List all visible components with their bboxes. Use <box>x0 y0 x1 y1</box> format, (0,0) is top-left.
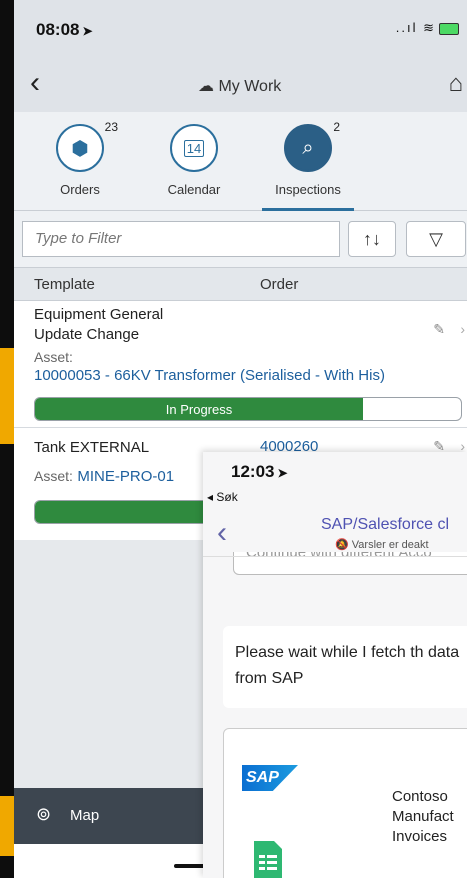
chat-title[interactable]: SAP/Salesforce cl <box>321 516 449 534</box>
page-title: ☁ My Work <box>198 78 282 95</box>
back-to-search-link[interactable]: ◂ Søk <box>207 490 238 504</box>
teams-chat-screen: 12:03 ➤ ◂ Søk ‹ SAP/Salesforce cl 🔕 Varsl… <box>203 452 467 878</box>
home-icon[interactable]: ⌂ <box>449 70 464 98</box>
tab-orders[interactable]: ⬢ 23 Orders <box>30 120 130 197</box>
calendar-icon: 14 <box>170 124 218 172</box>
tab-bar: ⬢ 23 Orders 14 Calendar ⌕ 2 Inspections <box>14 112 467 211</box>
side-strip <box>0 348 14 444</box>
document-icon <box>254 841 282 878</box>
map-label: Map <box>70 807 100 824</box>
row-template: Tank EXTERNAL <box>34 439 150 456</box>
tab-label: Orders <box>60 182 100 197</box>
asset-label: Asset: <box>34 349 73 365</box>
tab-calendar[interactable]: 14 Calendar <box>144 124 244 197</box>
filter-bar: Type to Filter ↑↓ ▽ <box>14 211 467 268</box>
table-header: Template Order <box>14 268 467 301</box>
card-line: Manufact <box>392 808 454 825</box>
status-progress-bar: In Progress <box>34 397 462 421</box>
signal-wifi-battery-icons: ..ıl ≋ <box>396 20 459 36</box>
card-text: Contoso Manufact Invoices <box>392 787 454 847</box>
location-icon: ➤ <box>82 24 93 38</box>
edit-pencil-icon[interactable]: ✎ <box>433 321 445 338</box>
nav-bar: ‹ ☁ My Work ⌂ <box>14 56 467 113</box>
inspections-count-badge: 2 <box>333 120 340 134</box>
sort-icon: ↑↓ <box>363 229 381 249</box>
adaptive-card[interactable]: SAP Contoso Manufact Invoices <box>223 728 467 878</box>
location-icon: ➤ <box>277 466 288 480</box>
header-template: Template <box>34 276 95 293</box>
tab-inspections[interactable]: ⌕ 2 Inspections <box>258 120 358 211</box>
card-line: Contoso <box>392 788 448 805</box>
back-chevron-icon[interactable]: ‹ <box>30 66 40 100</box>
side-strip <box>0 796 14 856</box>
card-line: Invoices <box>392 828 448 845</box>
muted-notice: 🔕 Varsler er deakt <box>335 539 429 551</box>
asset-line: Asset: MINE-PRO-01 <box>34 468 174 486</box>
funnel-icon: ▽ <box>429 229 443 249</box>
asset-link[interactable]: 10000053 - 66KV Transformer (Serialised … <box>34 367 385 384</box>
sap-logo: SAP <box>242 765 298 791</box>
cube-icon: ⬢ <box>56 124 104 172</box>
bot-message: Please wait while I fetch th data from S… <box>223 626 467 708</box>
table-row[interactable]: Equipment General Update Change ✎ › Asse… <box>14 301 467 428</box>
header-divider <box>203 556 467 557</box>
orders-count-badge: 23 <box>104 120 118 134</box>
status-bar: 08:08 ➤ ..ıl ≋ <box>14 0 467 56</box>
header-order: Order <box>260 276 299 293</box>
location-pin-icon: ⊚ <box>36 804 52 824</box>
status-time: 12:03 ➤ <box>231 462 288 481</box>
battery-icon <box>439 22 459 35</box>
back-chevron-icon[interactable]: ‹ <box>217 516 227 550</box>
row-template: Equipment General Update Change <box>34 306 164 343</box>
filter-button[interactable]: ▽ <box>406 221 466 257</box>
cloud-icon: ☁ <box>198 78 214 95</box>
chevron-right-icon: › <box>460 321 465 337</box>
calendar-day: 14 <box>183 139 205 157</box>
tab-label: Inspections <box>275 182 341 197</box>
tab-label: Calendar <box>167 182 221 197</box>
sort-button[interactable]: ↑↓ <box>348 221 396 257</box>
asset-label: Asset: <box>34 468 73 484</box>
muted-bell-icon: 🔕 <box>335 539 349 551</box>
status-text: In Progress <box>165 401 233 417</box>
inspection-icon: ⌕ <box>284 124 332 172</box>
asset-link[interactable]: MINE-PRO-01 <box>77 468 174 485</box>
status-time: 08:08 ➤ <box>36 20 93 39</box>
filter-input[interactable]: Type to Filter <box>22 221 340 257</box>
